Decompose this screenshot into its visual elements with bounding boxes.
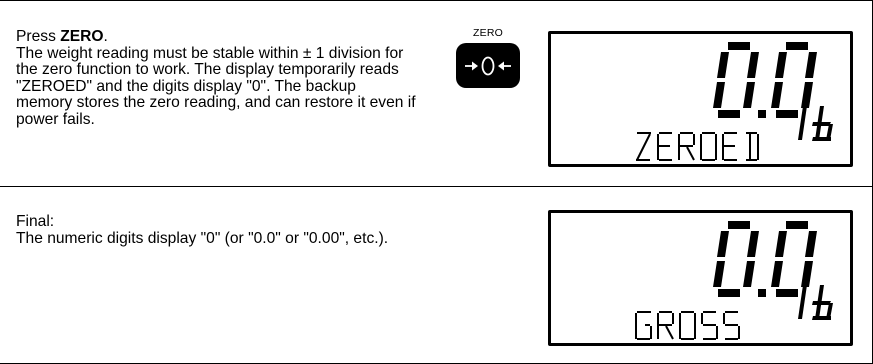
unit-lb <box>798 106 833 141</box>
digit-0 <box>771 221 817 297</box>
digit-0 <box>713 221 759 297</box>
unit-lb <box>798 285 833 320</box>
digit-0 <box>713 42 759 118</box>
final-step-description: Final: The numeric digits display "0" (o… <box>16 213 416 247</box>
row-divider <box>0 186 873 187</box>
final-step-text: The numeric digits display "0" (or "0.0"… <box>16 229 389 247</box>
step-zero-description: Press ZERO. The weight reading must be s… <box>16 28 416 129</box>
digit-0 <box>771 42 817 118</box>
message-zeroed <box>636 132 759 161</box>
message-gross <box>635 311 740 340</box>
final-step-title: Final: <box>16 213 55 230</box>
step-zero-title: Press ZERO. <box>16 28 108 45</box>
zero-key-caption: ZERO <box>473 27 503 39</box>
zero-key-icon <box>456 43 520 88</box>
zero-key-illustration: ZERO <box>453 27 523 88</box>
instruction-table: Press ZERO. The weight reading must be s… <box>0 0 873 364</box>
zeroed-lcd-display <box>548 31 853 167</box>
step-zero-text: The weight reading must be stable within… <box>16 44 416 128</box>
gross-lcd-display <box>548 210 853 346</box>
decimal-point <box>758 110 766 118</box>
table-top-border <box>0 0 873 1</box>
decimal-point <box>758 289 766 297</box>
